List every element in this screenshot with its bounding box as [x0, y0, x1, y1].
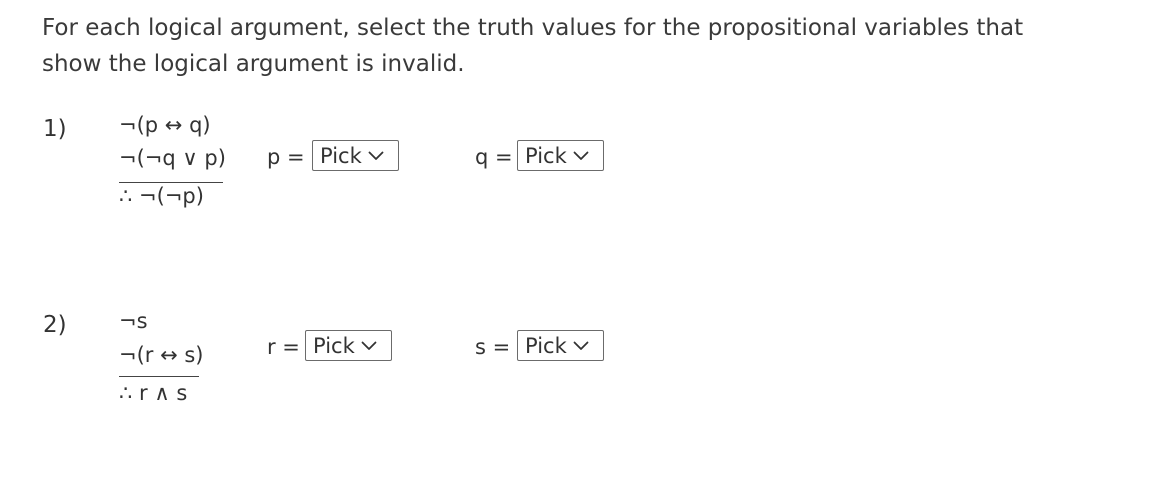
problem-number: 2)	[43, 312, 67, 338]
conclusion: ∴ r ∧ s	[119, 381, 188, 405]
chevron-down-icon	[573, 341, 589, 350]
pick-dropdown-value: Pick	[525, 333, 567, 358]
pick-dropdown-value: Pick	[313, 333, 355, 358]
pick-dropdown-r[interactable]: Pick	[305, 330, 392, 361]
premise-2: ¬(r ↔ s)	[119, 343, 204, 367]
variable-label-s: s =	[475, 335, 511, 359]
premise-1: ¬s	[119, 309, 148, 333]
problem-2: 2) ¬s ¬(r ↔ s) ∴ r ∧ s r = Pick s = Pick	[0, 0, 1176, 482]
pick-dropdown-s[interactable]: Pick	[517, 330, 604, 361]
conclusion-rule	[119, 376, 199, 377]
variable-label-r: r =	[267, 335, 300, 359]
chevron-down-icon	[361, 341, 377, 350]
